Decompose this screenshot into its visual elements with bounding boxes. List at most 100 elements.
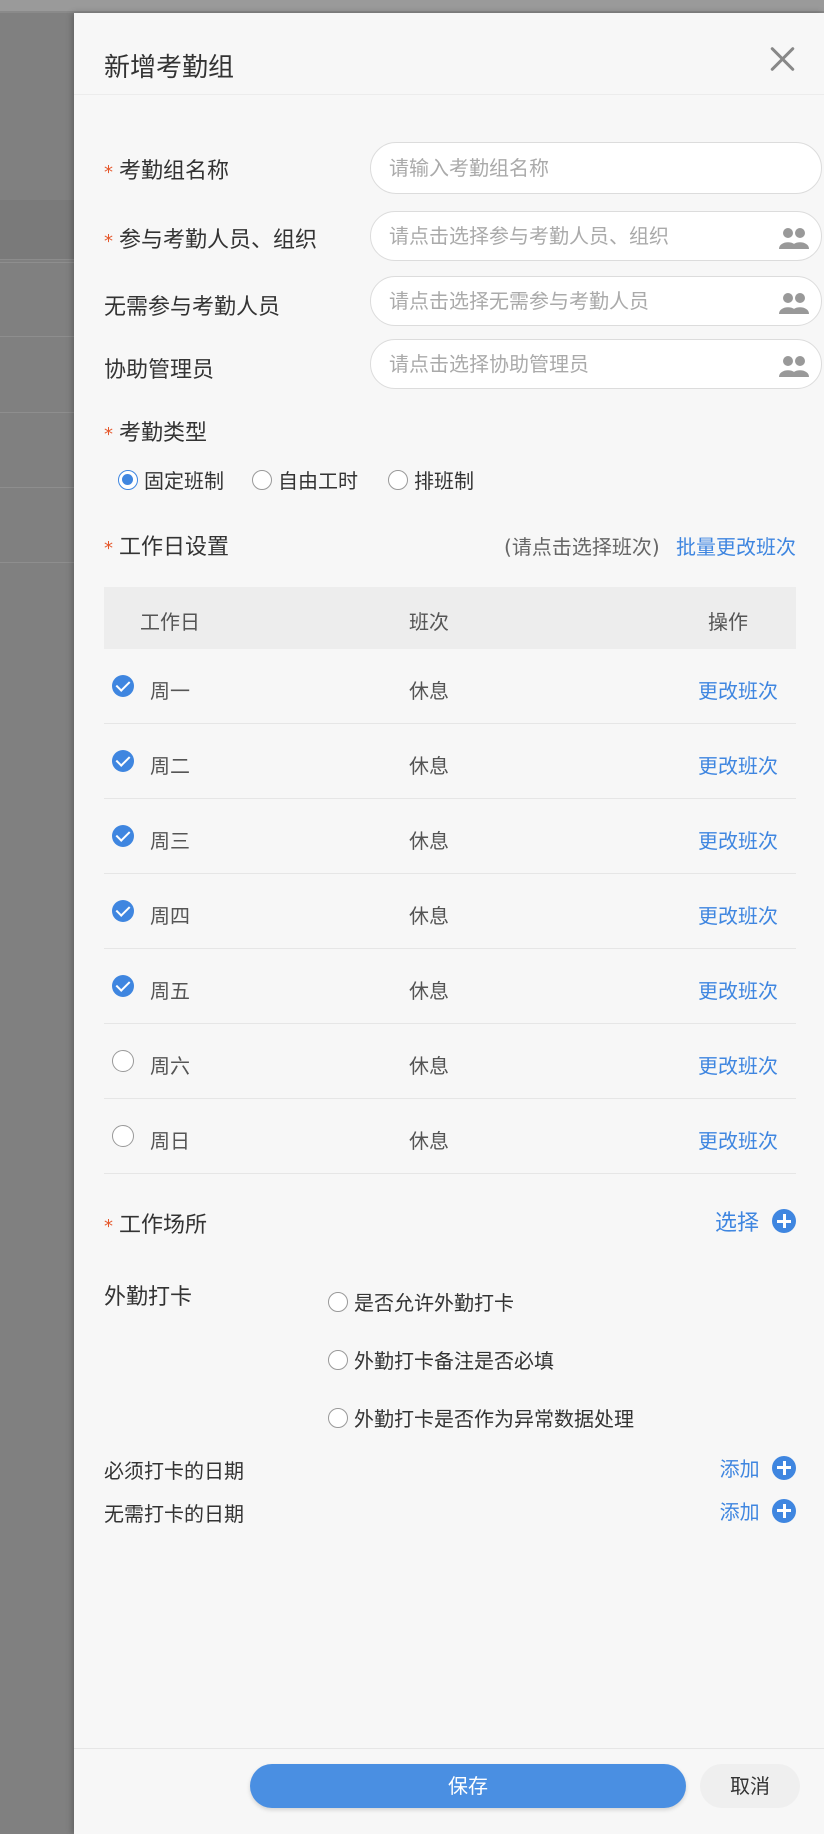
workday-table: 工作日 班次 操作 周一 休息 更改班次 周二 休息 更改班次 周三 休息 更改班次 周四 休息 更改…	[104, 587, 796, 1174]
no-checkin-dates-label: 无需打卡的日期	[104, 1502, 244, 1526]
assist-admin-input[interactable]	[371, 340, 821, 388]
background-divider	[0, 562, 74, 563]
workplace-select-label[interactable]: 选择	[715, 1211, 759, 1236]
background-row	[0, 200, 74, 260]
radio-icon[interactable]	[388, 469, 408, 490]
field-checkin-note-required-option[interactable]: 外勤打卡备注是否必填	[328, 1345, 554, 1374]
change-shift-link[interactable]: 更改班次	[698, 900, 778, 929]
people-icon[interactable]	[779, 353, 809, 379]
assist-admin-label: 协助管理员	[104, 358, 215, 383]
table-row: 周六 休息 更改班次	[104, 1024, 796, 1099]
background-divider	[0, 487, 74, 488]
table-row: 周日 休息 更改班次	[104, 1099, 796, 1174]
drawer-title: 新增考勤组	[104, 53, 235, 83]
workplace-row: * 工作场所 选择	[104, 1205, 796, 1239]
change-shift-link[interactable]: 更改班次	[698, 975, 778, 1004]
change-shift-link[interactable]: 更改班次	[698, 1125, 778, 1154]
radio-icon[interactable]	[328, 1407, 348, 1428]
background-topbar	[0, 0, 824, 13]
no-need-dates-add-label[interactable]: 添加	[720, 1500, 760, 1524]
field-checkin-allow-option[interactable]: 是否允许外勤打卡	[328, 1287, 514, 1316]
workplace-select-button[interactable]: 选择	[715, 1205, 796, 1237]
row-workday: 周六	[150, 1054, 190, 1078]
checkbox-checked-icon[interactable]	[112, 900, 134, 922]
workplace-label: 工作场所	[119, 1213, 208, 1238]
type-option-flexible[interactable]: 自由工时	[252, 465, 358, 494]
change-shift-link[interactable]: 更改班次	[698, 1050, 778, 1079]
group-name-label: 考勤组名称	[119, 159, 230, 184]
table-row: 周三 休息 更改班次	[104, 799, 796, 874]
change-shift-link[interactable]: 更改班次	[698, 825, 778, 854]
row-shift: 休息	[409, 679, 449, 703]
field-checkin-row: 外勤打卡 是否允许外勤打卡 外勤打卡备注是否必填 外勤打卡是否作为异常数据处理	[104, 1277, 796, 1437]
must-dates-add-label[interactable]: 添加	[720, 1457, 760, 1481]
field-checkin-abnormal-option[interactable]: 外勤打卡是否作为异常数据处理	[328, 1403, 634, 1432]
table-row: 周一 休息 更改班次	[104, 649, 796, 724]
group-name-field[interactable]	[370, 142, 822, 194]
drawer-header: 新增考勤组	[74, 13, 824, 95]
row-workday: 周五	[150, 979, 190, 1003]
change-shift-link[interactable]: 更改班次	[698, 675, 778, 704]
header-shift: 班次	[409, 610, 449, 634]
must-dates-add-button[interactable]: 添加	[720, 1453, 796, 1482]
close-icon[interactable]	[768, 45, 796, 73]
no-checkin-dates-row: 无需打卡的日期 添加	[104, 1496, 796, 1526]
row-shift: 休息	[409, 1129, 449, 1153]
change-shift-link[interactable]: 更改班次	[698, 750, 778, 779]
participants-field[interactable]	[370, 211, 822, 261]
attendance-type-row: * 考勤类型 固定班制 自由工时 排班制	[104, 413, 796, 503]
plus-circle-icon[interactable]	[772, 1498, 796, 1523]
row-workday: 周三	[150, 829, 190, 853]
radio-icon[interactable]	[328, 1349, 348, 1370]
radio-icon[interactable]	[328, 1291, 348, 1312]
must-checkin-dates-label: 必须打卡的日期	[104, 1459, 244, 1483]
checkbox-unchecked-icon[interactable]	[112, 1050, 134, 1072]
radio-selected-icon[interactable]	[118, 469, 138, 490]
type-option-fixed[interactable]: 固定班制	[118, 465, 224, 494]
participants-label: 参与考勤人员、组织	[119, 228, 318, 253]
save-button[interactable]: 保存	[250, 1764, 686, 1808]
type-option-shift[interactable]: 排班制	[388, 465, 474, 494]
add-attendance-group-drawer: 新增考勤组 * 考勤组名称 * 参与考勤人员、组织 无需参与考勤人员	[74, 13, 824, 1834]
people-icon[interactable]	[779, 225, 809, 251]
assist-admin-row: 协助管理员	[104, 339, 822, 391]
excluded-input[interactable]	[371, 277, 821, 325]
required-mark: *	[104, 424, 113, 445]
batch-change-shift-link[interactable]: 批量更改班次	[676, 535, 796, 559]
excluded-row: 无需参与考勤人员	[104, 276, 822, 328]
row-shift: 休息	[409, 1054, 449, 1078]
radio-icon[interactable]	[252, 469, 272, 490]
header-action: 操作	[708, 610, 748, 634]
required-mark: *	[104, 538, 113, 559]
plus-circle-icon[interactable]	[772, 1209, 796, 1233]
table-row: 周二 休息 更改班次	[104, 724, 796, 799]
workday-setting-label: 工作日设置	[119, 535, 230, 560]
table-row: 周五 休息 更改班次	[104, 949, 796, 1024]
people-icon[interactable]	[779, 290, 809, 316]
checkbox-checked-icon[interactable]	[112, 975, 134, 997]
row-workday: 周四	[150, 904, 190, 928]
checkbox-checked-icon[interactable]	[112, 750, 134, 772]
required-mark: *	[104, 1216, 113, 1237]
checkbox-checked-icon[interactable]	[112, 825, 134, 847]
required-mark: *	[104, 162, 113, 183]
cancel-button[interactable]: 取消	[700, 1764, 800, 1808]
row-workday: 周一	[150, 679, 190, 703]
row-workday: 周日	[150, 1129, 190, 1153]
excluded-field[interactable]	[370, 276, 822, 326]
checkbox-unchecked-icon[interactable]	[112, 1125, 134, 1147]
table-header: 工作日 班次 操作	[104, 587, 796, 649]
must-checkin-dates-row: 必须打卡的日期 添加	[104, 1453, 796, 1483]
group-name-input[interactable]	[371, 143, 821, 193]
assist-admin-field[interactable]	[370, 339, 822, 389]
plus-circle-icon[interactable]	[772, 1455, 796, 1480]
checkbox-checked-icon[interactable]	[112, 675, 134, 697]
background-divider	[0, 336, 74, 337]
participants-input[interactable]	[371, 212, 821, 260]
no-need-dates-add-button[interactable]: 添加	[720, 1496, 796, 1525]
row-shift: 休息	[409, 829, 449, 853]
workday-hint: (请点击选择班次)	[504, 535, 660, 559]
row-shift: 休息	[409, 904, 449, 928]
group-name-row: * 考勤组名称	[104, 142, 822, 198]
table-row: 周四 休息 更改班次	[104, 874, 796, 949]
